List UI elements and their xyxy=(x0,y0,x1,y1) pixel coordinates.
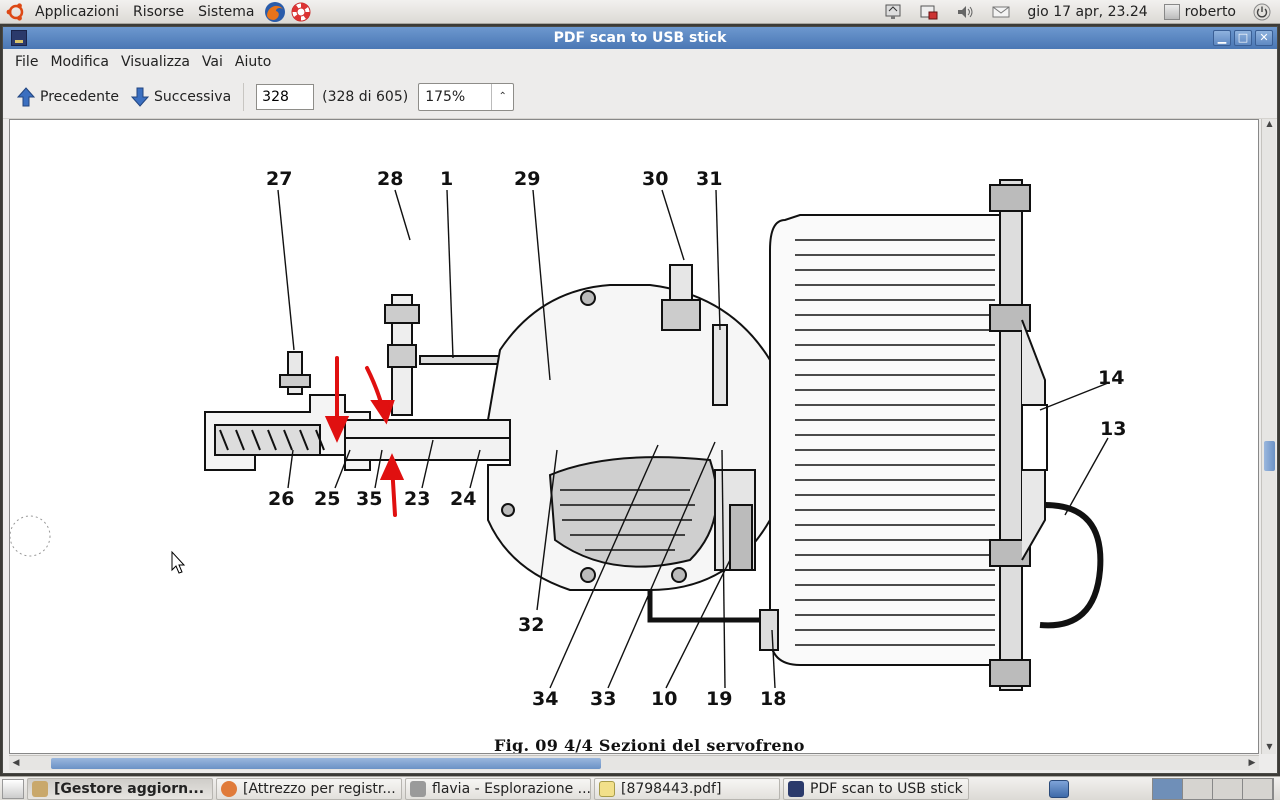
callout-24: 24 xyxy=(450,488,477,510)
callout-32: 32 xyxy=(518,614,545,636)
callout-26: 26 xyxy=(268,488,295,510)
arrow-up-icon xyxy=(17,86,35,106)
user-menu[interactable]: roberto xyxy=(1156,3,1244,20)
page-count: (328 di 605) xyxy=(322,88,409,105)
panel-menus: Applicazioni Risorse Sistema xyxy=(0,0,314,24)
callout-10: 10 xyxy=(651,688,678,710)
menu-applicazioni[interactable]: Applicazioni xyxy=(28,4,126,20)
menubar: File Modifica Visualizza Vai Aiuto xyxy=(3,49,1277,75)
previous-page-label: Precedente xyxy=(40,88,120,105)
taskbar-item-label: PDF scan to USB stick xyxy=(810,780,963,797)
workspace-4[interactable] xyxy=(1243,778,1273,799)
menu-vai[interactable]: Vai xyxy=(196,54,229,70)
clock[interactable]: gio 17 apr, 23.24 xyxy=(1019,4,1155,20)
callout-35: 35 xyxy=(356,488,383,510)
taskbar-item-label: [Attrezzo per registr... xyxy=(243,780,396,797)
show-desktop-icon[interactable] xyxy=(2,778,24,799)
callout-13: 13 xyxy=(1100,418,1127,440)
menu-modifica[interactable]: Modifica xyxy=(44,54,115,70)
menu-visualizza[interactable]: Visualizza xyxy=(115,54,196,70)
callout-30: 30 xyxy=(642,168,669,190)
menu-risorse[interactable]: Risorse xyxy=(126,4,191,20)
callout-33: 33 xyxy=(590,688,617,710)
page-number-input[interactable] xyxy=(256,83,315,110)
file-browser-icon xyxy=(410,780,426,797)
user-avatar-icon xyxy=(1163,3,1180,20)
window-controls: ▁ □ ✕ xyxy=(1213,30,1273,46)
toolbar: Precedente Successiva (328 di 605) 175% … xyxy=(3,75,1277,119)
taskbar-item-gestore[interactable]: [Gestore aggiorn... xyxy=(27,777,213,800)
callout-14: 14 xyxy=(1098,367,1125,389)
callout-34: 34 xyxy=(532,688,559,710)
next-page-label: Successiva xyxy=(154,88,232,105)
workspace-3[interactable] xyxy=(1213,778,1243,799)
servo-brake-diagram xyxy=(10,179,1109,691)
taskbar-item-label: [Gestore aggiorn... xyxy=(54,780,205,797)
firefox-icon xyxy=(221,780,237,797)
scroll-left-icon[interactable]: ◀ xyxy=(9,756,23,770)
close-button[interactable]: ✕ xyxy=(1255,30,1273,46)
zoom-select[interactable]: 175% ⌃ xyxy=(418,82,515,111)
ubuntu-logo-icon[interactable] xyxy=(6,2,26,22)
horizontal-scrollbar[interactable]: ◀ ▶ xyxy=(9,755,1259,770)
firefox-icon[interactable] xyxy=(264,1,286,23)
trash-icon[interactable] xyxy=(1049,779,1069,798)
callout-27: 27 xyxy=(266,168,293,190)
help-lifebuoy-icon[interactable] xyxy=(290,1,312,23)
document-viewer-window: PDF scan to USB stick ▁ □ ✕ File Modific… xyxy=(2,26,1278,774)
callout-1: 1 xyxy=(440,168,454,190)
top-panel: Applicazioni Risorse Sistema gio 17 apr,… xyxy=(0,0,1280,24)
taskbar-item-attrezzo[interactable]: [Attrezzo per registr... xyxy=(216,777,402,800)
workspace-switcher[interactable] xyxy=(1152,777,1274,800)
update-manager-icon xyxy=(32,780,48,797)
figure-caption: Fig. 09 4/4 Sezioni del servofreno xyxy=(494,736,805,754)
network-tools-icon[interactable] xyxy=(881,2,905,22)
menu-sistema[interactable]: Sistema xyxy=(191,4,261,20)
maximize-button[interactable]: □ xyxy=(1234,30,1252,46)
mail-icon[interactable] xyxy=(989,2,1013,22)
bottom-panel: [Gestore aggiorn... [Attrezzo per regist… xyxy=(0,776,1280,800)
workspace-1[interactable] xyxy=(1153,778,1183,799)
callout-23: 23 xyxy=(404,488,431,510)
window-title: PDF scan to USB stick xyxy=(553,30,727,46)
taskbar-item-pdf[interactable]: [8798443.pdf] xyxy=(594,777,780,800)
callout-28: 28 xyxy=(377,168,404,190)
zoom-spin-icon[interactable]: ⌃ xyxy=(491,83,513,110)
vertical-scrollbar[interactable]: ▲ ▼ xyxy=(1261,119,1276,754)
volume-icon[interactable] xyxy=(953,2,977,22)
toolbar-separator xyxy=(243,82,245,111)
callout-29: 29 xyxy=(514,168,541,190)
callout-19: 19 xyxy=(706,688,733,710)
callout-31: 31 xyxy=(696,168,723,190)
taskbar-item-label: [8798443.pdf] xyxy=(621,780,722,797)
user-name: roberto xyxy=(1184,3,1236,20)
taskbar-item-pdf-scan[interactable]: PDF scan to USB stick xyxy=(783,777,969,800)
arrow-down-icon xyxy=(131,87,150,107)
menu-file[interactable]: File xyxy=(9,54,44,70)
taskbar-item-flavia[interactable]: flavia - Esplorazione ... xyxy=(405,777,591,800)
taskbar-item-label: flavia - Esplorazione ... xyxy=(432,780,591,797)
workspace-2[interactable] xyxy=(1183,778,1213,799)
document-viewport[interactable]: 27 28 1 29 30 31 14 13 26 25 35 23 24 32… xyxy=(9,119,1259,754)
scroll-right-icon[interactable]: ▶ xyxy=(1245,756,1259,770)
horizontal-scroll-thumb[interactable] xyxy=(51,758,601,769)
scroll-down-icon[interactable]: ▼ xyxy=(1262,742,1277,754)
zoom-value: 175% xyxy=(425,88,466,105)
callout-18: 18 xyxy=(760,688,787,710)
pdf-scan-app-icon xyxy=(788,780,804,797)
minimize-button[interactable]: ▁ xyxy=(1213,30,1231,46)
callout-25: 25 xyxy=(314,488,341,510)
power-icon[interactable] xyxy=(1250,2,1274,22)
window-titlebar[interactable]: PDF scan to USB stick ▁ □ ✕ xyxy=(3,27,1277,49)
document-icon xyxy=(599,780,615,797)
vertical-scroll-thumb[interactable] xyxy=(1264,441,1275,471)
scroll-up-icon[interactable]: ▲ xyxy=(1262,119,1277,131)
next-page-button[interactable]: Successiva xyxy=(125,82,237,112)
update-manager-icon[interactable] xyxy=(917,2,941,22)
menu-aiuto[interactable]: Aiuto xyxy=(229,54,277,70)
previous-page-button[interactable]: Precedente xyxy=(11,82,125,112)
system-tray: gio 17 apr, 23.24 roberto xyxy=(875,0,1280,24)
